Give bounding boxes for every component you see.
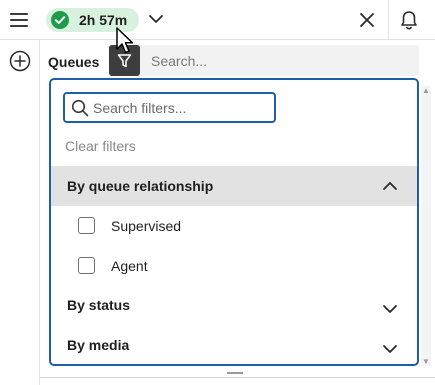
option-supervised[interactable]: Supervised [51,206,417,246]
close-icon [360,13,374,27]
filter-search-input[interactable]: Search filters... [63,92,276,123]
menu-icon[interactable] [10,13,28,27]
mouse-cursor-icon [116,27,134,54]
option-agent[interactable]: Agent [51,246,417,286]
group-by-media[interactable]: By media [51,326,417,364]
bell-icon [401,11,417,30]
chevron-up-icon [383,182,397,190]
filter-search-placeholder: Search filters... [93,100,187,116]
divider [40,377,435,378]
group-by-queue-relationship[interactable]: By queue relationship [51,166,417,206]
chevron-down-icon [383,345,397,353]
chevron-down-icon[interactable] [148,13,164,25]
queue-search-input[interactable]: Search... [140,45,419,76]
resize-handle[interactable] [227,372,243,374]
queue-search-placeholder: Search... [151,53,208,69]
supervised-checkbox[interactable] [78,217,95,234]
scrollbar[interactable]: ▲ ▼ [421,86,431,366]
group-label: By status [67,297,131,313]
notifications-button[interactable] [388,0,428,40]
plus-circle-icon[interactable] [9,50,31,72]
clear-filters-link[interactable]: Clear filters [65,138,136,154]
close-button[interactable] [347,0,387,40]
left-rail [0,40,40,385]
filter-dropdown: Search filters... Clear filters By queue… [49,78,419,366]
check-circle-icon [51,11,69,29]
queues-title: Queues [48,54,100,70]
agent-checkbox[interactable] [78,257,95,274]
option-label: Supervised [111,218,182,234]
group-label: By media [67,337,130,353]
scroll-up-icon[interactable]: ▲ [422,86,430,95]
chevron-down-icon [383,305,397,313]
group-label: By queue relationship [67,178,214,194]
scroll-down-icon[interactable]: ▼ [422,357,430,366]
option-label: Agent [111,258,148,274]
search-icon [71,99,89,117]
top-bar: 2h 57m [0,0,435,40]
group-by-status[interactable]: By status [51,286,417,326]
